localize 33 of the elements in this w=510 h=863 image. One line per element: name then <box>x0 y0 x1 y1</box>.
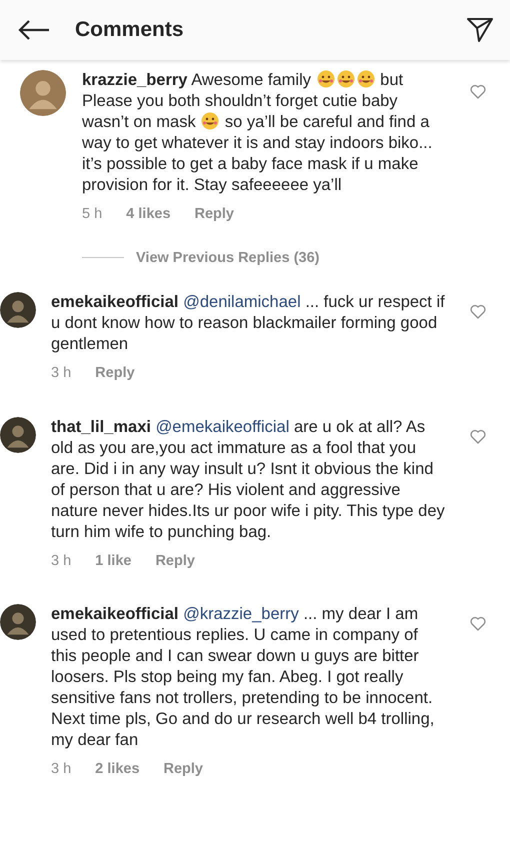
comment-text: krazzie_berry Awesome family but Please you both shouldn’t forget cutie baby wasn’t on mask so ya’ll be careful and find a way to get whatever it is and stay indoors biko... it’s possible to get a baby face mask if u make provision for it. Stay safeeeeee ya’ll <box>82 70 434 196</box>
mention-link[interactable]: @denilamichael <box>183 292 301 311</box>
comment-time: 3 h <box>51 552 72 570</box>
comment-text: that_lil_maxi @emekaikeofficial are u ok at all? As old as you are,you act immature as a fool that you are. Did i in any way insult u? Isnt it obvious the kind of person that u are? His violent and aggressive nature never hides.Its ur poor wife i pity. This type dey turn him wife to punching bag. <box>51 416 446 542</box>
reply-link[interactable]: Reply <box>194 204 234 226</box>
comment-text: emekaikeofficial @denilamichael ... fuck ur respect if u dont know how to reason blackmailer forming good gentlemen <box>51 292 446 355</box>
send-icon[interactable] <box>466 17 494 43</box>
mention-link[interactable]: @emekaikeofficial <box>156 418 290 436</box>
heart-icon[interactable] <box>470 428 486 444</box>
avatar[interactable] <box>0 416 36 452</box>
page-title: Comments <box>75 17 184 44</box>
avatar[interactable] <box>0 604 36 640</box>
view-replies-link[interactable]: View Previous Replies (36) <box>136 248 320 268</box>
likes-count[interactable]: 4 likes <box>126 204 171 226</box>
comment-text: emekaikeofficial @krazzie_berry ... my dear I am used to pretentious replies. U came in company of this people and I can swear down u guys are bitter loosers. Pls stop being my fan. Abeg. I got really sensitive fans not trollers, pretending to be innocent. Next time pls, Go and do ur research well b4 trolling, my dear fan <box>51 604 436 752</box>
heart-icon[interactable] <box>470 616 486 632</box>
likes-count[interactable]: 2 likes <box>95 759 140 781</box>
mention-link[interactable]: @krazzie_berry <box>183 605 299 624</box>
comment-time: 3 h <box>51 364 72 383</box>
reply-link[interactable]: Reply <box>95 362 135 384</box>
reply-link[interactable]: Reply <box>155 550 195 572</box>
heart-icon[interactable] <box>470 304 486 319</box>
emoji-icon <box>356 70 376 88</box>
back-arrow-icon[interactable] <box>17 19 51 41</box>
comment-time: 3 h <box>51 760 72 780</box>
emoji-icon <box>316 70 336 88</box>
heart-icon[interactable] <box>470 84 486 99</box>
emoji-icon <box>336 70 356 88</box>
comment-time: 5 h <box>82 205 102 224</box>
emoji-icon <box>200 112 220 130</box>
reply-link[interactable]: Reply <box>164 759 204 781</box>
likes-count[interactable]: 1 like <box>95 550 132 572</box>
avatar[interactable] <box>0 292 36 328</box>
